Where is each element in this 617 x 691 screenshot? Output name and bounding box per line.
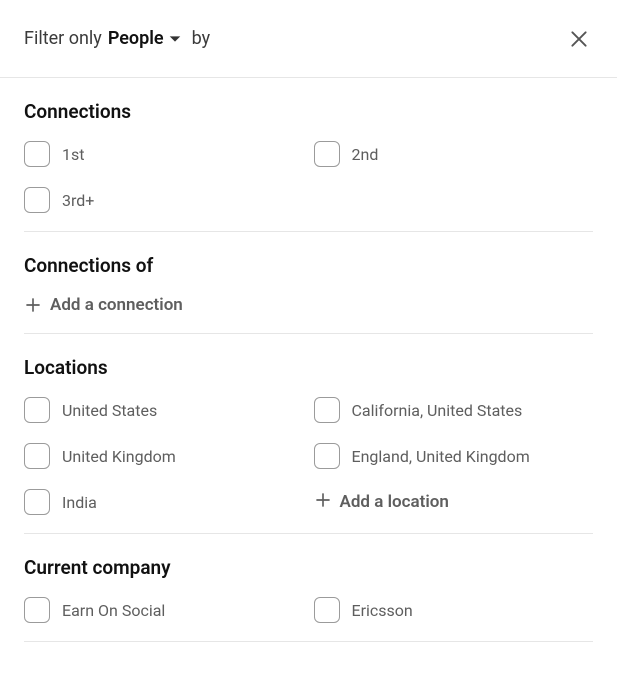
- close-button[interactable]: [565, 25, 593, 53]
- option-label: England, United Kingdom: [352, 447, 530, 466]
- option-label: 2nd: [352, 145, 379, 164]
- option-3rd-plus: 3rd+: [24, 187, 304, 213]
- section-title-connections-of: Connections of: [24, 254, 593, 277]
- checkbox-india[interactable]: [24, 489, 50, 515]
- section-current-company: Current company Earn On Social Ericsson: [24, 556, 593, 642]
- option-label: India: [62, 493, 97, 512]
- option-united-kingdom: United Kingdom: [24, 443, 304, 469]
- filter-prefix-text: Filter only: [24, 28, 102, 49]
- checkbox-united-states[interactable]: [24, 397, 50, 423]
- plus-icon: [314, 491, 332, 513]
- section-title-connections: Connections: [24, 100, 593, 123]
- checkbox-3rd-plus[interactable]: [24, 187, 50, 213]
- option-2nd: 2nd: [314, 141, 594, 167]
- checkbox-1st[interactable]: [24, 141, 50, 167]
- option-india: India: [24, 489, 304, 515]
- option-california: California, United States: [314, 397, 594, 423]
- filter-scroll-area[interactable]: Connections 1st 2nd 3rd+ Connections of: [0, 78, 617, 691]
- checkbox-england[interactable]: [314, 443, 340, 469]
- caret-down-icon: [168, 32, 182, 46]
- filter-suffix-text: by: [192, 28, 211, 49]
- option-united-states: United States: [24, 397, 304, 423]
- scroll-filler: [24, 664, 593, 691]
- add-connection-button[interactable]: Add a connection: [24, 295, 593, 315]
- filter-header: Filter only People by: [0, 0, 617, 78]
- section-connections: Connections 1st 2nd 3rd+: [24, 100, 593, 232]
- option-label: 3rd+: [62, 191, 94, 210]
- checkbox-2nd[interactable]: [314, 141, 340, 167]
- option-1st: 1st: [24, 141, 304, 167]
- section-title-current-company: Current company: [24, 556, 593, 579]
- close-icon: [569, 29, 589, 49]
- option-earn-on-social: Earn On Social: [24, 597, 304, 623]
- section-title-locations: Locations: [24, 356, 593, 379]
- add-location-button[interactable]: Add a location: [314, 489, 594, 515]
- option-label: California, United States: [352, 401, 523, 420]
- option-label: 1st: [62, 145, 84, 164]
- section-connections-of: Connections of Add a connection: [24, 254, 593, 334]
- checkbox-united-kingdom[interactable]: [24, 443, 50, 469]
- checkbox-ericsson[interactable]: [314, 597, 340, 623]
- entity-dropdown-toggle[interactable]: [168, 32, 182, 46]
- add-location-label: Add a location: [340, 492, 449, 512]
- option-label: United States: [62, 401, 157, 420]
- add-connection-label: Add a connection: [50, 295, 183, 315]
- checkbox-california[interactable]: [314, 397, 340, 423]
- option-label: United Kingdom: [62, 447, 176, 466]
- option-label: Ericsson: [352, 601, 413, 620]
- option-ericsson: Ericsson: [314, 597, 594, 623]
- option-england: England, United Kingdom: [314, 443, 594, 469]
- checkbox-earn-on-social[interactable]: [24, 597, 50, 623]
- option-label: Earn On Social: [62, 601, 165, 620]
- plus-icon: [24, 296, 42, 314]
- section-locations: Locations United States California, Unit…: [24, 356, 593, 534]
- filter-entity-label: People: [108, 28, 164, 49]
